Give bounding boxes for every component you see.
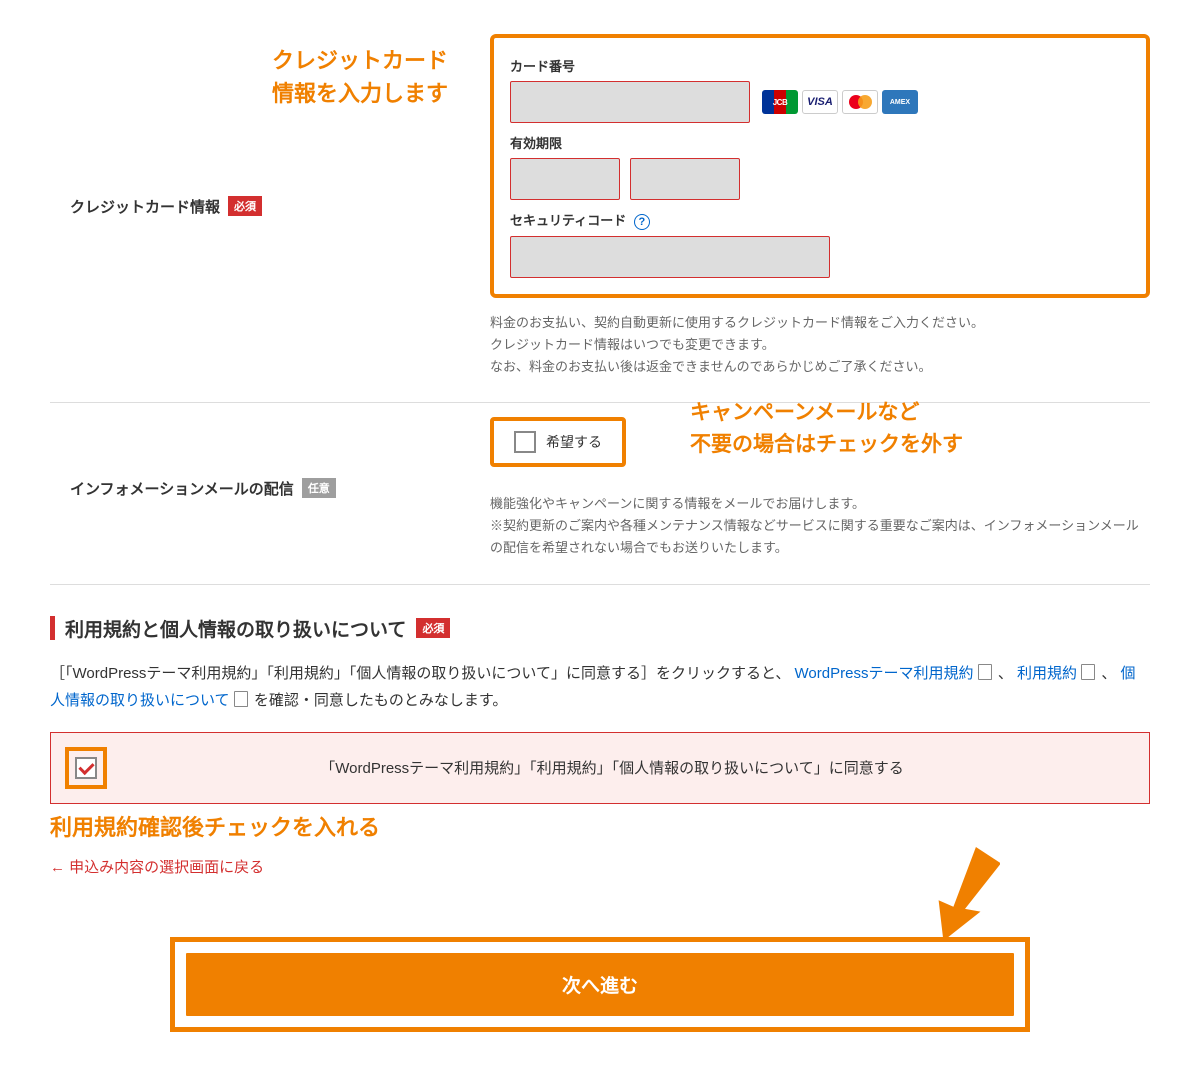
- mail-opt-checkbox[interactable]: [514, 431, 536, 453]
- required-badge: 必須: [416, 618, 450, 638]
- optional-badge: 任意: [302, 478, 336, 498]
- card-number-input[interactable]: [510, 81, 750, 123]
- info-mail-content: キャンペーンメールなど 不要の場合はチェックを外す 希望する 機能強化やキャンペ…: [490, 417, 1150, 559]
- expiry-year-input[interactable]: [630, 158, 740, 200]
- arrow-down-icon: [920, 837, 1000, 947]
- annotation-mail: キャンペーンメールなど 不要の場合はチェックを外す: [690, 397, 1120, 460]
- heading-accent-bar: [50, 616, 55, 640]
- mail-opt-label: 希望する: [546, 432, 602, 452]
- arrow-annotation-wrap: [50, 877, 1150, 927]
- back-link[interactable]: ← 申込み内容の選択画面に戻る: [50, 856, 264, 877]
- expiry-label: 有効期限: [510, 133, 1130, 152]
- mastercard-icon: [842, 90, 878, 114]
- credit-card-content: クレジットカード 情報を入力します カード番号 JCB VISA AMEX 有効…: [490, 34, 1150, 378]
- expiry-month-input[interactable]: [510, 158, 620, 200]
- agree-check-highlight: [65, 747, 107, 789]
- help-icon[interactable]: ?: [634, 214, 650, 230]
- external-doc-icon: [1083, 666, 1095, 680]
- next-button-highlight: 次へ進む: [170, 937, 1030, 1032]
- external-doc-icon: [236, 693, 248, 707]
- security-code-label: セキュリティコード ?: [510, 210, 1130, 230]
- link-wp-theme-terms[interactable]: WordPressテーマ利用規約: [795, 665, 974, 682]
- agree-box: 「WordPressテーマ利用規約」「利用規約」「個人情報の取り扱いについて」に…: [50, 732, 1150, 804]
- credit-card-row: クレジットカード情報 必須 クレジットカード 情報を入力します カード番号 JC…: [50, 20, 1150, 403]
- card-brand-strip: JCB VISA AMEX: [762, 90, 918, 114]
- info-mail-label: インフォメーションメールの配信: [70, 478, 294, 499]
- info-mail-label-cell: インフォメーションメールの配信 任意: [50, 417, 490, 559]
- external-doc-icon: [980, 666, 992, 680]
- agree-label: 「WordPressテーマ利用規約」「利用規約」「個人情報の取り扱いについて」に…: [131, 757, 1093, 778]
- next-button[interactable]: 次へ進む: [185, 952, 1015, 1017]
- agree-checkbox[interactable]: [75, 757, 97, 779]
- card-number-label: カード番号: [510, 56, 1130, 75]
- terms-heading: 利用規約と個人情報の取り扱いについて 必須: [50, 615, 1150, 642]
- visa-icon: VISA: [802, 90, 838, 114]
- amex-icon: AMEX: [882, 90, 918, 114]
- annotation-terms: 利用規約確認後チェックを入れる: [50, 810, 1150, 842]
- jcb-icon: JCB: [762, 90, 798, 114]
- info-mail-hint: 機能強化やキャンペーンに関する情報をメールでお届けします。 ※契約更新のご案内や…: [490, 493, 1150, 559]
- terms-description: ［「WordPressテーマ利用規約」「利用規約」「個人情報の取り扱いについて」…: [50, 660, 1150, 714]
- security-code-input[interactable]: [510, 236, 830, 278]
- link-terms[interactable]: 利用規約: [1017, 665, 1077, 682]
- credit-card-hint: 料金のお支払い、契約自動更新に使用するクレジットカード情報をご入力ください。 ク…: [490, 312, 1150, 378]
- credit-card-label: クレジットカード情報: [70, 196, 220, 217]
- info-mail-row: インフォメーションメールの配信 任意 キャンペーンメールなど 不要の場合はチェッ…: [50, 403, 1150, 584]
- credit-card-highlight-box: カード番号 JCB VISA AMEX 有効期限 セキュリティコード ?: [490, 34, 1150, 298]
- mail-opt-highlight-box: 希望する: [490, 417, 626, 467]
- annotation-credit-card: クレジットカード 情報を入力します: [240, 44, 480, 110]
- terms-heading-text: 利用規約と個人情報の取り扱いについて: [65, 615, 406, 642]
- required-badge: 必須: [228, 196, 262, 216]
